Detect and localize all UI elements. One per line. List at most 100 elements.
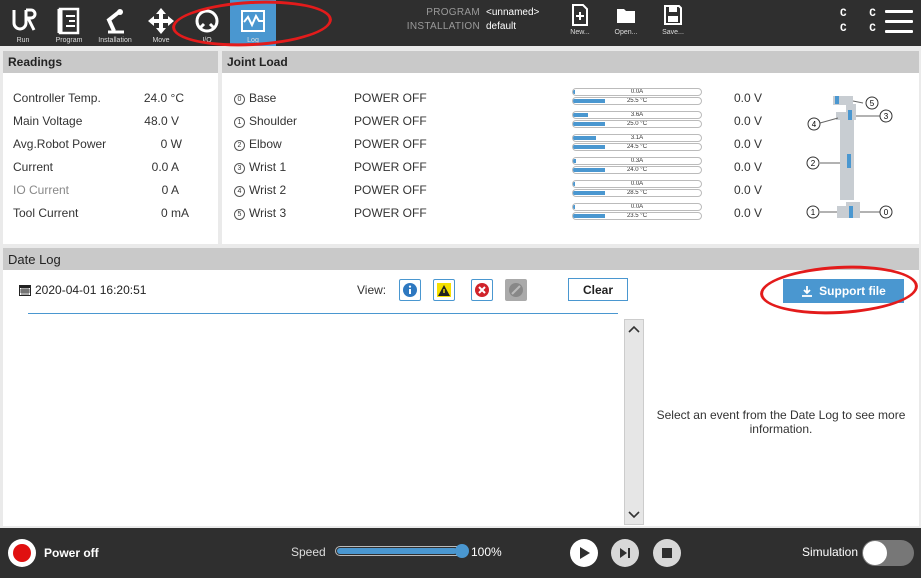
joint-temp-bar: 24.0 °C <box>572 166 702 174</box>
new-button[interactable]: New... <box>560 4 600 44</box>
error-filter-icon <box>475 283 489 297</box>
joint-number-icon: 2 <box>234 140 245 151</box>
joint-current-bar: 0.0A <box>572 203 702 211</box>
joint-temp-text: 25.0 °C <box>626 121 648 127</box>
joint-voltage: 0.0 V <box>734 183 763 197</box>
joint-voltage: 0.0 V <box>734 160 763 174</box>
log-scrollbar[interactable] <box>624 319 644 525</box>
diagram-label-3: 3 <box>884 112 889 121</box>
joint-voltage: 0.0 V <box>734 91 763 105</box>
reading-label: IO Current <box>13 183 70 197</box>
program-info: PROGRAM <unnamed> INSTALLATION default <box>395 6 540 34</box>
joint-voltage: 0.0 V <box>734 114 763 128</box>
joint-temp-bar: 25.5 °C <box>572 97 702 105</box>
cc-row-1: C C <box>840 8 884 20</box>
scroll-up-icon[interactable] <box>627 322 641 336</box>
save-icon <box>664 5 682 25</box>
joint-current-text: 3.1A <box>630 135 644 141</box>
reading-value: 24.0 °C <box>143 91 184 105</box>
joint-number-icon: 5 <box>234 209 245 220</box>
log-date[interactable]: 2020-04-01 16:20:51 <box>18 283 146 297</box>
joint-current-bar: 0.0A <box>572 88 702 96</box>
disabled-filter-icon <box>509 283 523 297</box>
info-filter-icon <box>403 283 417 297</box>
scroll-down-icon[interactable] <box>627 508 641 522</box>
simulation-toggle-knob <box>863 541 887 565</box>
clear-button[interactable]: Clear <box>568 278 628 301</box>
readings-title: Readings <box>3 51 218 73</box>
speed-slider[interactable] <box>335 546 467 556</box>
warning-filter-icon <box>437 283 451 297</box>
reading-value: 0 A <box>161 183 179 197</box>
reading-label: Main Voltage <box>13 114 83 128</box>
tab-program[interactable]: Program <box>46 0 92 46</box>
installation-key: INSTALLATION <box>406 21 480 32</box>
joint-number-icon: 4 <box>234 186 245 197</box>
reading-value: 0 W <box>160 137 182 151</box>
joint-temp-bar: 28.5 °C <box>572 189 702 197</box>
info-filter-button[interactable] <box>399 279 421 301</box>
joint-status: POWER OFF <box>354 183 427 197</box>
hamburger-menu-icon[interactable] <box>885 10 913 34</box>
diagram-label-0: 0 <box>884 208 889 217</box>
tab-run-label: Run <box>16 37 30 44</box>
joint-current-bar: 3.1A <box>572 134 702 142</box>
log-date-text: 2020-04-01 16:20:51 <box>35 283 147 297</box>
joint-current-text: 0.0A <box>630 181 644 187</box>
joint-temp-bar: 24.5 °C <box>572 143 702 151</box>
joint-current-bar: 0.0A <box>572 180 702 188</box>
power-button[interactable] <box>8 539 36 567</box>
connection-indicators: C C C C <box>840 7 884 37</box>
new-button-label: New... <box>570 29 590 36</box>
stop-icon <box>662 548 672 558</box>
play-button[interactable] <box>570 539 598 567</box>
disabled-filter-button[interactable] <box>505 279 527 301</box>
step-button[interactable] <box>611 539 639 567</box>
speed-value: 100% <box>471 545 502 559</box>
joint-current-text: 0.3A <box>630 158 644 164</box>
joint-name: 1 Shoulder <box>234 114 297 128</box>
folder-icon <box>617 9 635 23</box>
error-filter-button[interactable] <box>471 279 493 301</box>
reading-label: Current <box>13 160 54 174</box>
joint-voltage: 0.0 V <box>734 137 763 151</box>
joint-status: POWER OFF <box>354 137 427 151</box>
diagram-label-5: 5 <box>870 99 875 108</box>
joint-name-text: Elbow <box>249 137 282 151</box>
simulation-toggle[interactable] <box>862 540 914 566</box>
warning-filter-button[interactable] <box>433 279 455 301</box>
stop-button[interactable] <box>653 539 681 567</box>
bottom-bar: Power off Speed 100% Simulation <box>0 528 921 578</box>
joint-temp-text: 24.0 °C <box>626 167 648 173</box>
event-detail-text: Select an event from the Date Log to see… <box>656 408 906 436</box>
joint-status: POWER OFF <box>354 114 427 128</box>
calendar-icon <box>19 285 31 296</box>
tab-run[interactable]: Run <box>0 0 46 46</box>
move-icon <box>148 8 174 34</box>
joint-status: POWER OFF <box>354 160 427 174</box>
open-button[interactable]: Open... <box>606 4 646 44</box>
save-button[interactable]: Save... <box>653 4 693 44</box>
log-divider <box>28 313 618 314</box>
installation-icon <box>106 9 124 34</box>
tab-installation-label: Installation <box>98 37 132 44</box>
reading-value: 0 mA <box>160 206 189 220</box>
joint-number-icon: 0 <box>234 94 245 105</box>
reading-label: Tool Current <box>13 206 79 220</box>
power-label[interactable]: Power off <box>44 546 99 560</box>
joint-temp-text: 28.5 °C <box>626 190 648 196</box>
date-log-title: Date Log <box>3 248 919 270</box>
speed-label: Speed <box>291 545 326 559</box>
log-list[interactable] <box>28 315 618 522</box>
tab-program-label: Program <box>55 37 83 44</box>
installation-name: default <box>486 21 517 32</box>
joint-voltage: 0.0 V <box>734 206 763 220</box>
tab-installation[interactable]: Installation <box>92 0 138 46</box>
joint-name: 0 Base <box>234 91 276 105</box>
diagram-label-1: 1 <box>811 208 816 217</box>
joint-current-text: 0.0A <box>630 89 644 95</box>
speed-slider-handle[interactable] <box>455 544 469 558</box>
new-file-icon <box>572 4 588 26</box>
tab-move-label: Move <box>152 37 170 44</box>
robot-arm-diagram: 5 4 3 2 1 0 <box>806 96 893 219</box>
